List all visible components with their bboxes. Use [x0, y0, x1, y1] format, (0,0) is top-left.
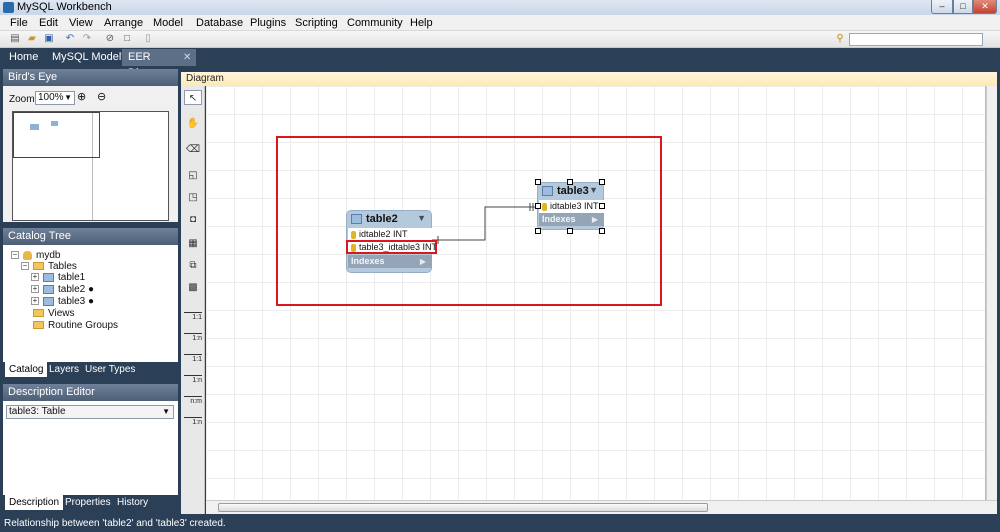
collapse-icon[interactable]: ▼	[589, 185, 598, 195]
primary-key-icon	[542, 202, 547, 211]
expand-icon: ▶	[591, 215, 598, 224]
table-icon	[351, 214, 362, 225]
resize-handle[interactable]	[599, 228, 605, 234]
resize-handle[interactable]	[567, 179, 573, 185]
resize-handle[interactable]	[599, 179, 605, 185]
expand-icon: ▶	[419, 257, 426, 266]
table-icon	[542, 186, 553, 197]
indexes-row[interactable]: Indexes ▶	[348, 255, 432, 268]
table2-title: table2	[351, 213, 398, 225]
primary-key-icon	[351, 230, 356, 239]
status-bar: Relationship between 'table2' and 'table…	[0, 516, 1000, 532]
resize-handle[interactable]	[535, 179, 541, 185]
resize-handle[interactable]	[535, 203, 541, 209]
collapse-icon[interactable]: ▼	[417, 213, 426, 223]
table3-title: table3	[542, 185, 589, 197]
table3-entity[interactable]: table3 ▼ idtable3 INT Indexes ▶	[537, 182, 604, 230]
indexes-row[interactable]: Indexes ▶	[539, 213, 604, 226]
annotation-highlight-box	[276, 136, 662, 306]
resize-handle[interactable]	[599, 203, 605, 209]
annotation-column-highlight	[346, 240, 437, 254]
resize-handle[interactable]	[535, 228, 541, 234]
column-row[interactable]: idtable3 INT	[539, 200, 604, 213]
resize-handle[interactable]	[567, 228, 573, 234]
